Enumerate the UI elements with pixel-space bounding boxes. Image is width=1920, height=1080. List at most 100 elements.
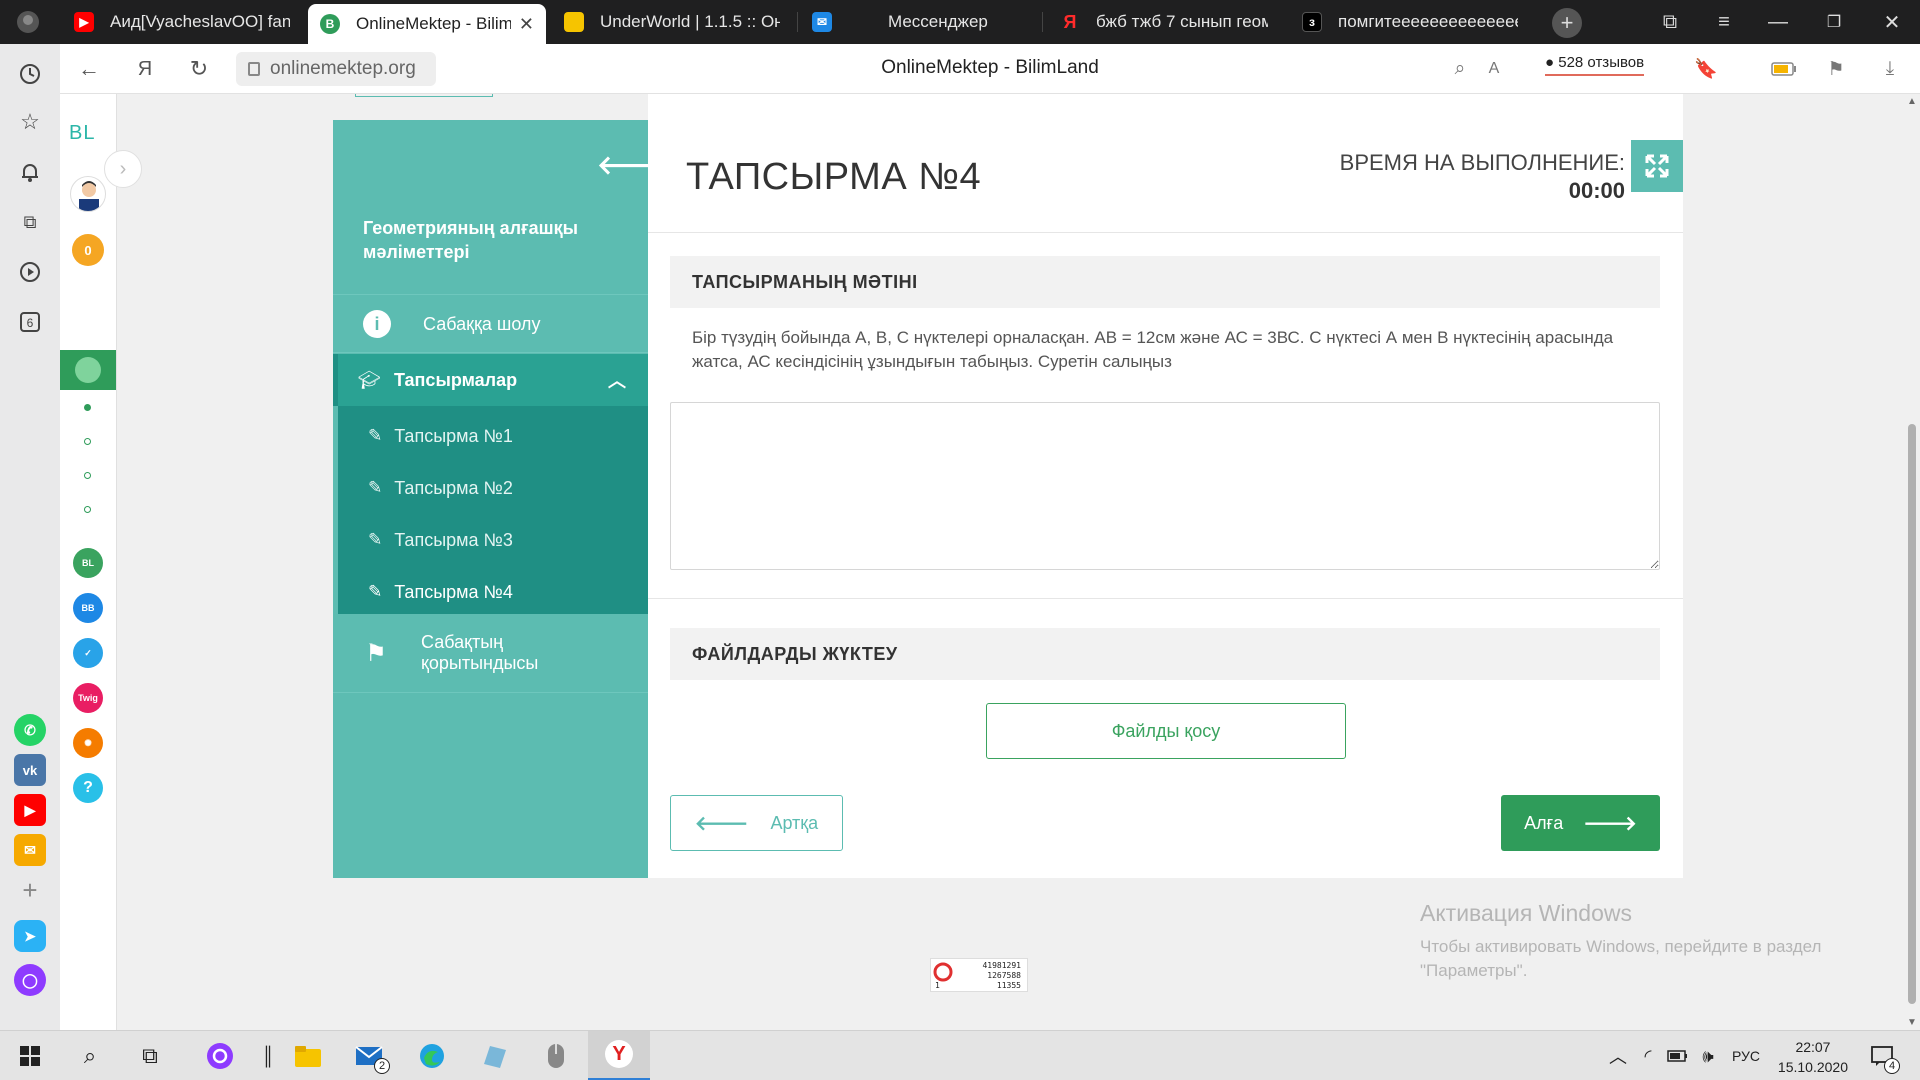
clock[interactable]: 22:07 15.10.2020 bbox=[1778, 1037, 1848, 1077]
vk-icon[interactable]: vk bbox=[14, 754, 46, 786]
graduation-cap-icon: 🎓︎ bbox=[357, 369, 381, 390]
close-tab-icon[interactable]: ✕ bbox=[519, 14, 534, 35]
edge-icon[interactable] bbox=[414, 1038, 450, 1074]
sidebar-task-3[interactable]: ✎ Тапсырма №3 bbox=[338, 514, 648, 566]
back-button[interactable]: 🡐 Артқа bbox=[670, 795, 843, 851]
next-button[interactable]: Алға 🡒 bbox=[1501, 795, 1660, 851]
search-icon[interactable]: ⌕ bbox=[72, 1038, 108, 1074]
sidebar-item-summary[interactable]: ⚑ Сабақтың қорытындысы bbox=[333, 616, 648, 690]
visit-counter[interactable]: 1 41981291 1267588 11355 bbox=[930, 958, 1028, 992]
edit-icon: ✎ bbox=[368, 530, 383, 549]
bilimland-favicon: B bbox=[320, 14, 340, 34]
new-tab-icon[interactable]: + bbox=[1552, 8, 1582, 38]
page-scrollbar[interactable]: ▲ ▼ bbox=[1903, 94, 1920, 1030]
task-view-icon[interactable]: ⧉ bbox=[132, 1038, 168, 1074]
bookmark-icon[interactable]: 🔖 bbox=[1692, 55, 1720, 83]
chevron-up-icon: ︿ bbox=[608, 371, 626, 391]
counter-6-icon[interactable]: 6 bbox=[14, 306, 46, 338]
mail-icon[interactable]: ✉ bbox=[14, 834, 46, 866]
scrollbar-thumb[interactable] bbox=[1908, 424, 1916, 1004]
protect-icon[interactable]: ⚑ bbox=[1822, 55, 1850, 83]
expand-icon bbox=[1645, 154, 1669, 178]
notifications-bell-icon[interactable] bbox=[14, 156, 46, 188]
language-indicator[interactable]: РУС bbox=[1732, 1048, 1760, 1064]
top-tab-remnant bbox=[355, 94, 493, 97]
yandex-browser-taskbar-item[interactable]: Y bbox=[588, 1031, 650, 1080]
collapse-rail-chevron-icon[interactable]: › bbox=[104, 150, 142, 188]
windows-activation-watermark: Активация Windows Чтобы активировать Win… bbox=[1420, 900, 1822, 980]
sidebar-task-4[interactable]: ✎ Тапсырма №4 bbox=[338, 566, 648, 618]
speech-bubble-icon: ● bbox=[1545, 54, 1555, 71]
tab-yandex-search[interactable]: Я бжб тжб 7 сынып геомет bbox=[1048, 0, 1280, 44]
help-icon[interactable]: ? bbox=[73, 773, 103, 803]
battery-saver-icon[interactable] bbox=[1770, 55, 1798, 83]
progress-dot bbox=[84, 506, 91, 513]
sidebar-task-1[interactable]: ✎ Тапсырма №1 bbox=[338, 410, 648, 462]
downloads-icon[interactable]: ⤓ bbox=[1876, 55, 1904, 83]
alice-icon[interactable]: ◯ bbox=[14, 964, 46, 996]
avatar[interactable] bbox=[70, 176, 106, 212]
whatsapp-icon[interactable]: ✆ bbox=[14, 714, 46, 746]
sidebar-item-tasks[interactable]: 🎓︎ Тапсырмалар ︿ bbox=[333, 354, 648, 406]
file-explorer-icon[interactable] bbox=[290, 1038, 326, 1074]
progress-dot bbox=[84, 472, 91, 479]
imaging-app-icon[interactable]: ✺ bbox=[73, 728, 103, 758]
translate-icon[interactable]: A bbox=[1480, 55, 1508, 83]
notification-center-icon[interactable]: 4 bbox=[1864, 1038, 1900, 1074]
tab-underworld[interactable]: UnderWorld | 1.1.5 :: Онла bbox=[552, 0, 792, 44]
sidebar-item-overview[interactable]: i Сабаққа шолу bbox=[333, 296, 648, 352]
reviews-badge[interactable]: ● 528 отзывов bbox=[1545, 54, 1645, 76]
close-window-icon[interactable]: ✕ bbox=[1878, 8, 1906, 36]
add-panel-app-icon[interactable]: + bbox=[14, 874, 46, 906]
alice-taskbar-icon[interactable] bbox=[202, 1038, 238, 1074]
tab-youtube[interactable]: ▶ Аид[VyacheslavOO] fan - bbox=[62, 0, 302, 44]
favorites-star-icon[interactable]: ☆ bbox=[14, 106, 46, 138]
restore-icon[interactable]: ❐ bbox=[1820, 8, 1848, 36]
progress-dot bbox=[84, 438, 91, 445]
divider-icon: ║ bbox=[261, 1045, 275, 1066]
fullscreen-button[interactable] bbox=[1631, 140, 1683, 192]
online-mektep-icon[interactable] bbox=[60, 350, 116, 390]
tab-znanija[interactable]: з помгитееееееееееееее bbox=[1290, 0, 1530, 44]
bookmarks-collection-icon[interactable]: ⧉ bbox=[1656, 8, 1684, 36]
sidebar-task-2[interactable]: ✎ Тапсырма №2 bbox=[338, 462, 648, 514]
collections-icon[interactable]: ⧉ bbox=[14, 206, 46, 238]
paper-app-icon[interactable] bbox=[476, 1038, 512, 1074]
search-page-icon[interactable]: ⌕ bbox=[1446, 55, 1474, 83]
browser-side-panel: ☆ ⧉ 6 ✆ vk ▶ ✉ + ➤ ◯ bbox=[0, 44, 60, 1030]
score-badge: 0 bbox=[72, 234, 104, 266]
bl-logo[interactable]: BL bbox=[69, 122, 95, 145]
bilimbook-app-icon[interactable]: BB bbox=[73, 593, 103, 623]
add-file-button[interactable]: Файлды қосу bbox=[986, 703, 1346, 759]
reload-icon[interactable]: ↻ bbox=[184, 54, 214, 84]
tab-onlinemektep[interactable]: B OnlineMektep - BilimLa ✕ bbox=[308, 4, 546, 44]
tab-messenger[interactable]: ✉ Мессенджер bbox=[800, 0, 1040, 44]
site-left-rail: BL 0 BL BB ✓ Twig ✺ ? bbox=[60, 94, 117, 1030]
url-field[interactable]: onlinemektep.org bbox=[236, 52, 436, 86]
volume-icon[interactable]: 🕪 bbox=[1690, 1038, 1726, 1074]
youtube-icon: ▶ bbox=[74, 12, 94, 32]
scroll-down-arrow-icon[interactable]: ▼ bbox=[1907, 1017, 1917, 1028]
minimize-icon[interactable]: — bbox=[1764, 8, 1792, 36]
video-play-icon[interactable] bbox=[14, 256, 46, 288]
scroll-up-arrow-icon[interactable]: ▲ bbox=[1907, 96, 1917, 107]
bilimland-app-icon[interactable]: BL bbox=[73, 548, 103, 578]
browser-profile-icon[interactable] bbox=[14, 8, 42, 36]
checklist-app-icon[interactable]: ✓ bbox=[73, 638, 103, 668]
znanija-icon: з bbox=[1302, 12, 1322, 32]
mail-taskbar-icon[interactable]: 2 bbox=[352, 1038, 390, 1074]
upload-header: ФАЙЛДАРДЫ ЖҮКТЕУ bbox=[670, 628, 1660, 680]
mouse-app-icon[interactable] bbox=[538, 1038, 574, 1074]
answer-textarea[interactable] bbox=[670, 402, 1660, 570]
windows-start-icon[interactable] bbox=[12, 1038, 48, 1074]
twig-app-icon[interactable]: Twig bbox=[73, 683, 103, 713]
edit-icon: ✎ bbox=[368, 582, 383, 601]
back-arrow-icon[interactable]: ← bbox=[74, 54, 104, 84]
youtube-panel-icon[interactable]: ▶ bbox=[14, 794, 46, 826]
lock-icon bbox=[248, 62, 260, 76]
history-icon[interactable] bbox=[14, 58, 46, 90]
arrow-right-icon: 🡒 bbox=[1583, 812, 1637, 835]
menu-icon[interactable]: ≡ bbox=[1710, 8, 1738, 36]
yandex-home-icon[interactable]: Я bbox=[130, 54, 160, 84]
zen-icon[interactable]: ➤ bbox=[14, 920, 46, 952]
